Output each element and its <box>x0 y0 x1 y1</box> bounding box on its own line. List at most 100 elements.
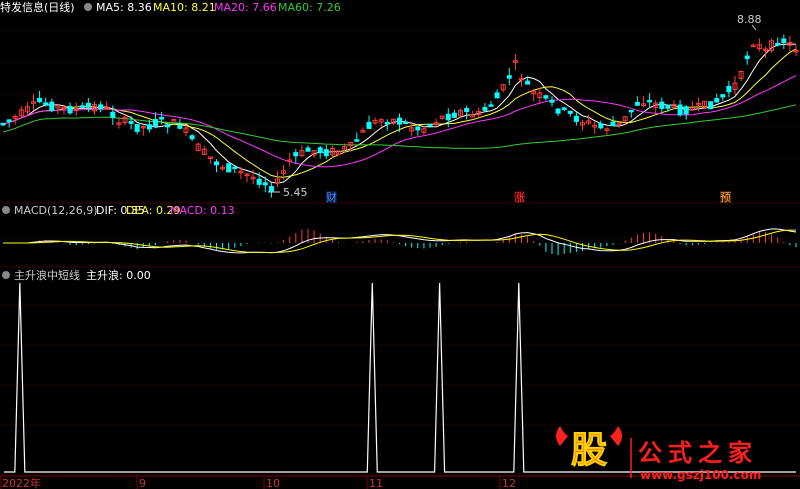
candle-body <box>464 107 470 113</box>
candle-body <box>177 124 183 129</box>
indicator-value-legend: 主升浪: 0.00 <box>86 268 151 282</box>
candle-body <box>555 108 561 114</box>
candle-body <box>494 92 500 99</box>
grid-lines <box>0 29 800 426</box>
macd-histogram <box>33 228 797 256</box>
candle-body <box>305 147 311 152</box>
macd-lines <box>3 228 797 254</box>
candle-body <box>268 186 274 192</box>
candle-body <box>110 111 116 118</box>
event-tags: 财 涨 预 <box>326 190 731 204</box>
candle-body <box>98 104 104 110</box>
price-header: 特发信息(日线) MA5: 8.36 MA10: 8.21 MA20: 7.66… <box>0 0 341 14</box>
settings-icon[interactable] <box>84 3 92 11</box>
candle-body <box>610 121 616 127</box>
ma60-legend: MA60: 7.26 <box>278 1 341 14</box>
candle-body <box>43 102 49 105</box>
candle-body <box>647 99 653 103</box>
indicator-title: 主升浪中短线 <box>14 268 80 282</box>
candle-body <box>256 178 262 185</box>
candle-body <box>567 110 573 114</box>
candle-body <box>781 38 787 44</box>
candle-body <box>262 182 268 186</box>
candle-body <box>6 119 12 122</box>
candle-body <box>525 80 531 85</box>
price-pane[interactable] <box>0 34 799 198</box>
date-tick-label: 10 <box>266 477 280 489</box>
candle-body <box>683 106 689 115</box>
watermark-brand: 公式之家 <box>638 439 758 467</box>
candle-body <box>720 94 726 98</box>
candle-body <box>134 124 140 132</box>
candle-body <box>573 115 579 122</box>
candle-body <box>146 124 152 130</box>
settings-icon[interactable] <box>2 206 10 214</box>
candle-body <box>445 113 451 121</box>
candle-body <box>488 104 494 107</box>
candle-body <box>561 107 567 110</box>
price-annotations: 8.88 5.45 <box>268 13 762 199</box>
macd-pane[interactable] <box>3 228 797 256</box>
candle-body <box>323 149 329 157</box>
date-tick-label: 9 <box>139 477 146 489</box>
watermark-logo-char: 股 <box>571 430 607 471</box>
candle-body <box>427 124 433 127</box>
candle-body <box>85 102 91 108</box>
candle-body <box>384 121 390 125</box>
candle-body <box>128 121 134 124</box>
candle-body <box>0 122 6 126</box>
candle-body <box>354 139 360 142</box>
macd-dea-line <box>3 229 796 253</box>
ma20-legend: MA20: 7.66 <box>214 1 277 14</box>
candle-body <box>659 101 665 109</box>
candle-body <box>49 101 55 111</box>
settings-icon[interactable] <box>2 271 10 279</box>
candle-body <box>543 95 549 99</box>
candle-body <box>37 97 43 103</box>
date-tick-label: 2022年 <box>2 476 41 489</box>
candle-body <box>451 112 457 118</box>
candle-body <box>775 42 781 46</box>
event-tag-finance[interactable]: 财 <box>326 190 337 204</box>
indicator-header: 主升浪中短线 主升浪: 0.00 <box>2 268 151 282</box>
macd-value-legend: MACD: 0.13 <box>170 204 235 217</box>
candle-body <box>189 135 195 140</box>
date-tick-label: 11 <box>369 477 383 489</box>
candle-body <box>79 105 85 108</box>
macd-header: MACD(12,26,9) DIF: 0.35 DEA: 0.29 MACD: … <box>2 204 235 217</box>
candle-body <box>598 123 604 129</box>
candle-body <box>665 104 671 109</box>
candle-body <box>677 104 683 116</box>
stock-chart[interactable]: 特发信息(日线) MA5: 8.36 MA10: 8.21 MA20: 7.66… <box>0 0 800 489</box>
event-tag-rise[interactable]: 涨 <box>514 191 525 204</box>
candle-body <box>482 107 488 111</box>
candle-body <box>153 119 158 127</box>
date-tick-label: 12 <box>502 477 516 489</box>
candle-body <box>397 117 402 125</box>
candle-body <box>317 147 323 154</box>
candle-body <box>506 75 512 79</box>
macd-title: MACD(12,26,9) <box>14 204 98 217</box>
macd-dif-line <box>3 228 797 254</box>
candle-body <box>366 121 372 129</box>
high-price-label: 8.88 <box>737 13 762 26</box>
candle-body <box>634 102 640 106</box>
stock-title: 特发信息(日线) <box>0 0 75 14</box>
candle-body <box>628 109 634 113</box>
candle-body <box>232 166 238 170</box>
event-tag-forecast[interactable]: 预 <box>720 191 731 204</box>
bull-horn-icon <box>556 426 568 446</box>
candle-body <box>549 99 555 103</box>
candle-body <box>214 161 219 166</box>
candle-body <box>726 85 732 93</box>
low-price-label: 5.45 <box>283 186 308 199</box>
candle-body <box>403 121 409 125</box>
candle-body <box>415 126 421 131</box>
watermark-url: www.gszj100.com <box>640 468 761 482</box>
ma5-legend: MA5: 8.36 <box>96 1 152 14</box>
candle-body <box>159 116 165 120</box>
candle-body <box>708 101 714 110</box>
candlesticks <box>0 34 799 198</box>
candle-body <box>293 152 299 157</box>
candle-body <box>226 163 232 173</box>
